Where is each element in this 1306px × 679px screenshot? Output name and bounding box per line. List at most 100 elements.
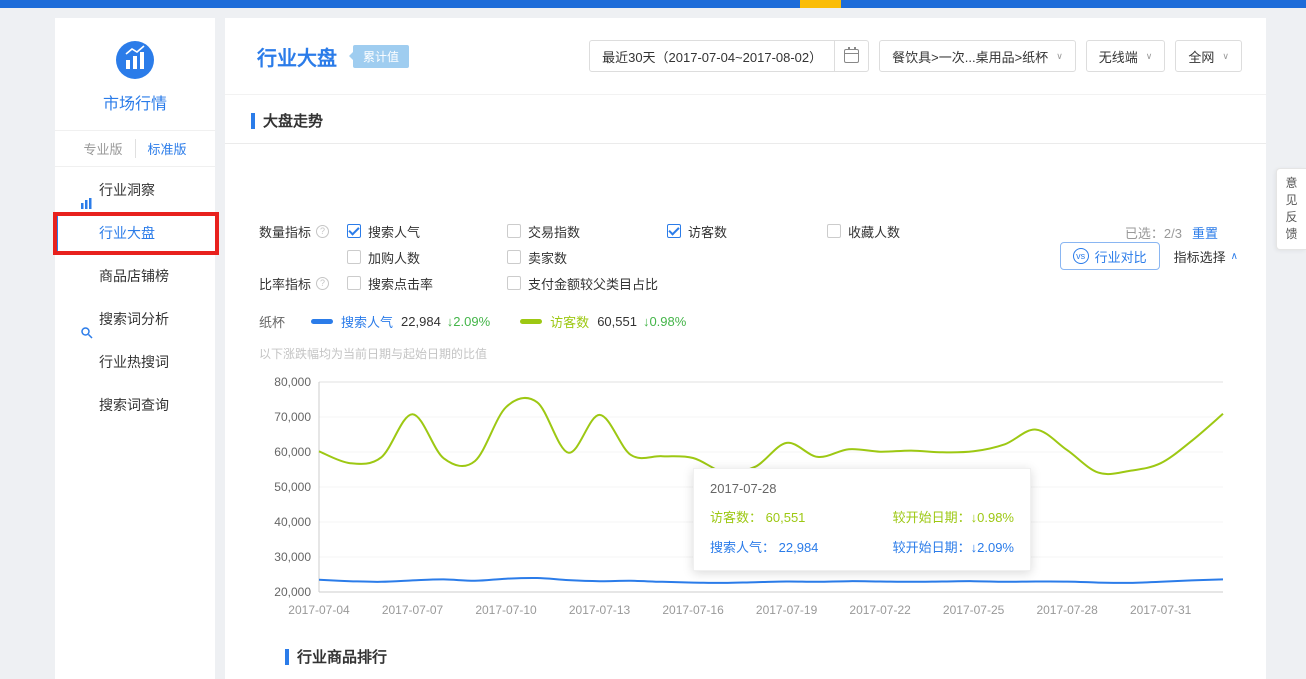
scope-select[interactable]: 全网 ∨ [1175,40,1242,72]
chart-tooltip: 2017-07-28 访客数： 60,551 较开始日期：↓0.98% 搜索人气… [693,468,1031,571]
section-marker [285,649,289,665]
checkbox-label: 加购人数 [368,248,420,267]
terminal-select[interactable]: 无线端 ∨ [1086,40,1166,72]
chevron-down-icon: ∨ [1146,51,1153,62]
svg-text:70,000: 70,000 [274,410,311,424]
compare-label: 较开始日期： [893,510,971,525]
sidebar-item-label: 行业热搜词 [99,354,169,370]
sidebar-item-product-shop-ranking[interactable]: 商品店铺榜 [55,255,215,298]
checkbox[interactable] [347,276,361,290]
checkbox[interactable] [507,224,521,238]
checkbox-search-ctr[interactable]: 搜索点击率 [347,274,507,293]
metric-filters: 已选：2/3 重置 数量指标 ? 搜索人气 交易指数 访客数 [259,218,1242,296]
section-header-ranking: 行业商品排行 [259,622,1242,679]
feedback-tab[interactable]: 意见 反馈 [1276,168,1306,250]
section-header-trend: 大盘走势 [225,95,1266,144]
tooltip-compare: 较开始日期：↓2.09% [893,537,1014,556]
sidebar: 市场行情 专业版 标准版 行业洞察 行业大盘 商品店铺榜 搜索词分析 行业热搜词… [55,18,215,679]
checkbox[interactable] [507,250,521,264]
selected-count: 已选：2/3 重置 [1125,223,1218,242]
tooltip-metric: 访客数： 60,551 [710,507,805,526]
checkbox[interactable] [507,276,521,290]
category-select[interactable]: 餐饮具>一次...桌用品>纸杯 ∨ [879,40,1076,72]
main-content: 行业大盘 累计值 最近30天（2017-07-04~2017-08-02） 餐饮… [225,18,1266,679]
page-title: 行业大盘 [257,42,337,71]
change-value: 2.09% [453,314,490,329]
category-value: 餐饮具>一次...桌用品>纸杯 [892,47,1048,66]
series-swatch [311,319,333,324]
checkbox-seller-count[interactable]: 卖家数 [507,248,667,267]
checkbox-visitor-count[interactable]: 访客数 [667,222,827,241]
terminal-value: 无线端 [1099,47,1138,66]
svg-text:60,000: 60,000 [274,445,311,459]
checkbox-add-cart-count[interactable]: 加购人数 [347,248,507,267]
svg-text:2017-07-10: 2017-07-10 [475,603,537,617]
checkbox-payment-ratio[interactable]: 支付金额较父类目占比 [507,274,767,293]
quantity-metrics-label: 数量指标 ? [259,222,347,241]
tooltip-compare: 较开始日期：↓0.98% [893,507,1014,526]
sidebar-item-industry-dashboard[interactable]: 行业大盘 [55,212,215,255]
ratio-metrics-row: 比率指标 ? 搜索点击率 支付金额较父类目占比 [259,270,1242,296]
sidebar-item-industry-hot-search[interactable]: 行业热搜词 [55,341,215,384]
checkbox-search-popularity[interactable]: 搜索人气 [347,222,507,241]
label-text: 数量指标 [259,222,311,241]
sidebar-menu: 行业洞察 行业大盘 商品店铺榜 搜索词分析 行业热搜词 搜索词查询 [55,167,215,427]
calendar-icon [844,49,859,63]
quantity-metrics-row-1: 数量指标 ? 搜索人气 交易指数 访客数 收藏人数 [259,218,1242,244]
checkbox-label: 搜索人气 [368,222,420,241]
svg-text:80,000: 80,000 [274,375,311,389]
svg-text:2017-07-28: 2017-07-28 [1036,603,1098,617]
sidebar-item-label: 搜索词查询 [99,397,169,413]
calendar-button[interactable] [834,41,868,71]
series-swatch [520,319,542,324]
chevron-down-icon: ∨ [1056,51,1063,62]
date-range-value: 最近30天（2017-07-04~2017-08-02） [590,41,834,71]
metric-value: 22,984 [779,540,819,555]
top-nav-bar [0,0,1306,8]
selected-count-text: 已选：2/3 [1125,226,1182,241]
help-icon[interactable]: ? [316,277,329,290]
svg-text:50,000: 50,000 [274,480,311,494]
checkbox-label: 搜索点击率 [368,274,433,293]
legend-item-visitor-count[interactable]: 访客数 60,551 ↓0.98% [520,312,686,331]
svg-text:2017-07-25: 2017-07-25 [943,603,1005,617]
series-name: 访客数 [550,312,589,331]
checkbox[interactable] [667,224,681,238]
checkbox[interactable] [347,224,361,238]
reset-link[interactable]: 重置 [1192,226,1218,241]
svg-text:2017-07-31: 2017-07-31 [1130,603,1192,617]
tab-professional[interactable]: 专业版 [71,139,135,158]
date-range-picker[interactable]: 最近30天（2017-07-04~2017-08-02） [589,40,869,72]
tab-standard[interactable]: 标准版 [136,139,199,158]
compare-label: 较开始日期： [893,540,971,555]
checkbox-label: 交易指数 [528,222,580,241]
checkbox[interactable] [827,224,841,238]
checkbox[interactable] [347,250,361,264]
svg-text:2017-07-07: 2017-07-07 [382,603,444,617]
series-change: ↓0.98% [643,314,686,329]
version-tabs: 专业版 标准版 [55,131,215,167]
legend-item-search-popularity[interactable]: 搜索人气 22,984 ↓2.09% [311,312,490,331]
chevron-down-icon: ∨ [1222,51,1229,62]
scope-value: 全网 [1188,47,1214,66]
sidebar-item-label: 行业大盘 [99,225,155,241]
sidebar-item-search-term-analysis[interactable]: 搜索词分析 [55,298,215,341]
checkbox-transaction-index[interactable]: 交易指数 [507,222,667,241]
trend-panel: vs 行业对比 指标选择 ∧ 已选：2/3重置 数量指标 ? 搜索人气 [225,218,1266,679]
checkbox-label: 收藏人数 [848,222,900,241]
sidebar-item-label: 商品店铺榜 [99,268,169,284]
metric-name: 访客数： [710,510,762,525]
ratio-metrics-label: 比率指标 ? [259,274,347,293]
sidebar-item-search-term-query[interactable]: 搜索词查询 [55,384,215,427]
chart-legend: 纸杯 搜索人气 22,984 ↓2.09% 访客数 60,551 ↓0.98% [259,312,1242,331]
series-name: 搜索人气 [341,312,393,331]
sidebar-item-label: 行业洞察 [99,182,155,198]
sidebar-item-industry-insight[interactable]: 行业洞察 [55,169,215,212]
checkbox-favorite-count[interactable]: 收藏人数 [827,222,987,241]
svg-text:2017-07-19: 2017-07-19 [756,603,818,617]
checkbox-label: 访客数 [688,222,727,241]
help-icon[interactable]: ? [316,225,329,238]
feedback-label: 意见 [1281,175,1302,209]
section-marker [251,113,255,129]
label-text: 比率指标 [259,274,311,293]
